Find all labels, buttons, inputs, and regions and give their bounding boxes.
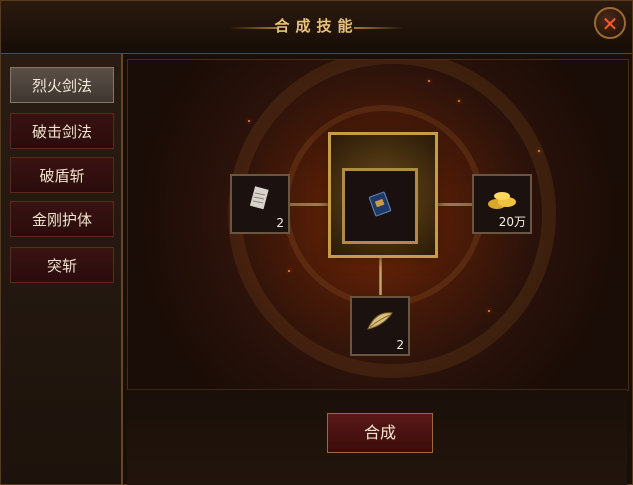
ember-particle — [488, 310, 490, 312]
skill-list-sidebar: 烈火剑法 破击剑法 破盾斩 金刚护体 突斩 — [1, 54, 123, 484]
ember-particle — [288, 270, 290, 272]
item-quantity: 20万 — [498, 215, 526, 229]
close-button[interactable]: ✕ — [594, 7, 626, 39]
material-slot-bottom[interactable]: 2 — [350, 296, 410, 356]
connector-vertical — [379, 255, 382, 295]
synthesize-button[interactable]: 合成 — [327, 413, 433, 453]
item-quantity: 2 — [396, 338, 404, 352]
ember-particle — [458, 100, 460, 102]
title-bar: 合成技能 ✕ — [1, 1, 632, 54]
sidebar-item-skill-2[interactable]: 破击剑法 — [10, 113, 114, 149]
title-ornament-right — [354, 27, 404, 29]
window-title: 合成技能 — [274, 17, 359, 35]
gold-coins-icon — [485, 186, 519, 216]
feather-material-icon — [364, 307, 396, 339]
material-slot-right[interactable]: 20万 — [472, 174, 532, 234]
close-icon: ✕ — [601, 12, 619, 36]
scroll-icon — [245, 184, 275, 218]
material-slot-left[interactable]: 2 — [230, 174, 290, 234]
material-slot-center[interactable] — [342, 168, 418, 244]
item-quantity: 2 — [276, 216, 284, 230]
ember-particle — [428, 80, 430, 82]
ember-particle — [538, 150, 540, 152]
synthesis-stage: 2 20万 2 — [127, 59, 629, 391]
skill-book-icon — [365, 189, 395, 223]
ember-particle — [248, 120, 250, 122]
sidebar-item-skill-5[interactable]: 突斩 — [10, 247, 114, 283]
sidebar-item-skill-4[interactable]: 金刚护体 — [10, 201, 114, 237]
sidebar-item-skill-1[interactable]: 烈火剑法 — [10, 67, 114, 103]
synthesize-skill-window: 合成技能 ✕ 烈火剑法 破击剑法 破盾斩 金刚护体 突斩 2 20万 2 合成 — [0, 0, 633, 485]
sidebar-item-skill-3[interactable]: 破盾斩 — [10, 157, 114, 193]
